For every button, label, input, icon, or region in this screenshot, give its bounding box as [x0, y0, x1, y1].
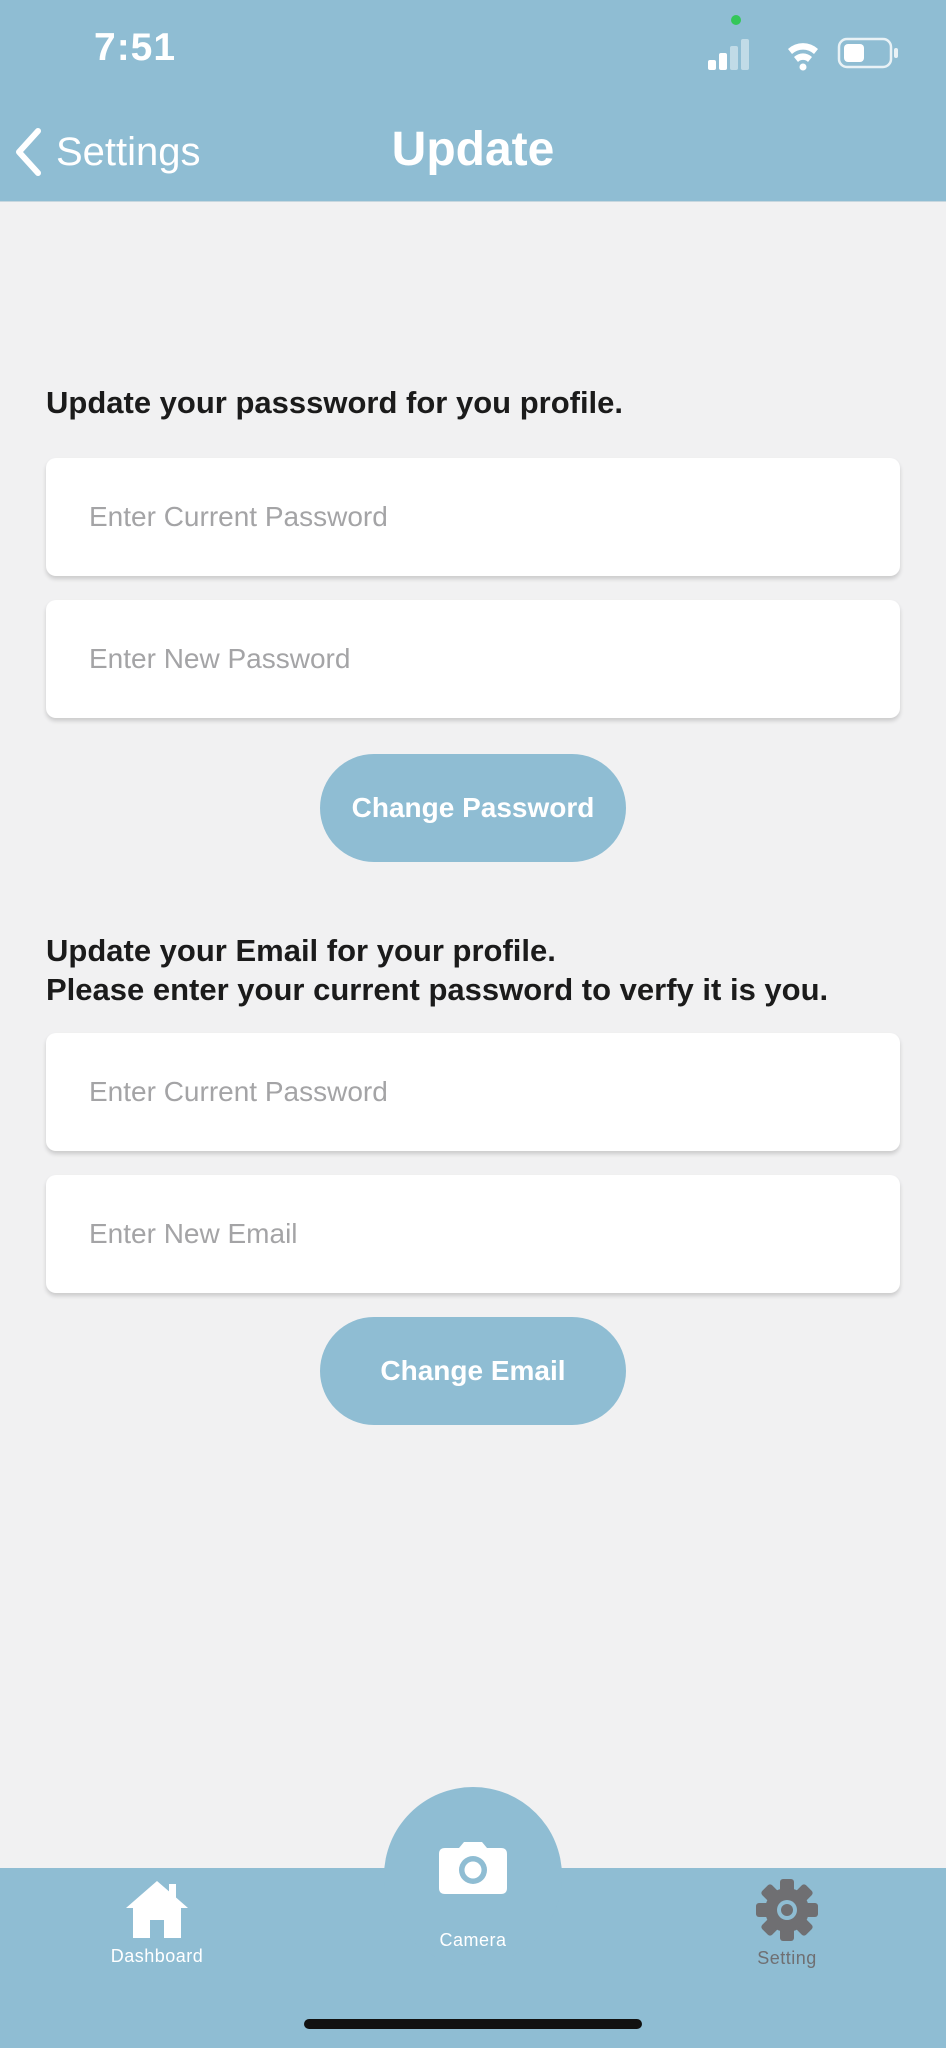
- chevron-left-icon: [16, 128, 41, 176]
- new-email-input[interactable]: [46, 1175, 900, 1293]
- tab-camera-label: Camera: [439, 1930, 507, 1950]
- tab-setting[interactable]: Setting: [687, 1878, 887, 1969]
- tab-dashboard-label: Dashboard: [110, 1946, 204, 1966]
- camera-icon: [439, 1842, 507, 1894]
- change-email-button[interactable]: Change Email: [320, 1317, 626, 1425]
- battery-icon: [837, 37, 898, 69]
- wifi-icon: [788, 43, 818, 71]
- status-icons: [708, 37, 898, 71]
- signal-icon: [708, 39, 749, 70]
- home-icon: [126, 1881, 188, 1938]
- password-section-heading: Update your passsword for you profile.: [46, 385, 624, 420]
- status-time: 7:51: [94, 26, 177, 69]
- new-password-field[interactable]: [46, 600, 900, 718]
- tab-dashboard[interactable]: Dashboard: [57, 1878, 257, 1967]
- email-section-heading: Update your Email for your profile. Plea…: [46, 931, 828, 1009]
- email-current-password-field[interactable]: [46, 1033, 900, 1151]
- home-indicator: [304, 2019, 642, 2029]
- change-password-button[interactable]: Change Password: [320, 754, 626, 862]
- tab-camera[interactable]: Camera: [373, 1840, 573, 1951]
- gear-icon: [756, 1879, 818, 1941]
- privacy-indicator-dot: [731, 15, 741, 25]
- back-button-label: Settings: [56, 129, 201, 174]
- back-button[interactable]: Settings: [14, 122, 201, 182]
- new-email-field[interactable]: [46, 1175, 900, 1293]
- tab-setting-label: Setting: [757, 1948, 817, 1968]
- email-section-heading-line1: Update your Email for your profile.: [46, 933, 556, 968]
- current-password-input[interactable]: [46, 458, 900, 576]
- email-section-heading-line2: Please enter your current password to ve…: [46, 972, 829, 1007]
- new-password-input[interactable]: [46, 600, 900, 718]
- current-password-field[interactable]: [46, 458, 900, 576]
- email-current-password-input[interactable]: [46, 1033, 900, 1151]
